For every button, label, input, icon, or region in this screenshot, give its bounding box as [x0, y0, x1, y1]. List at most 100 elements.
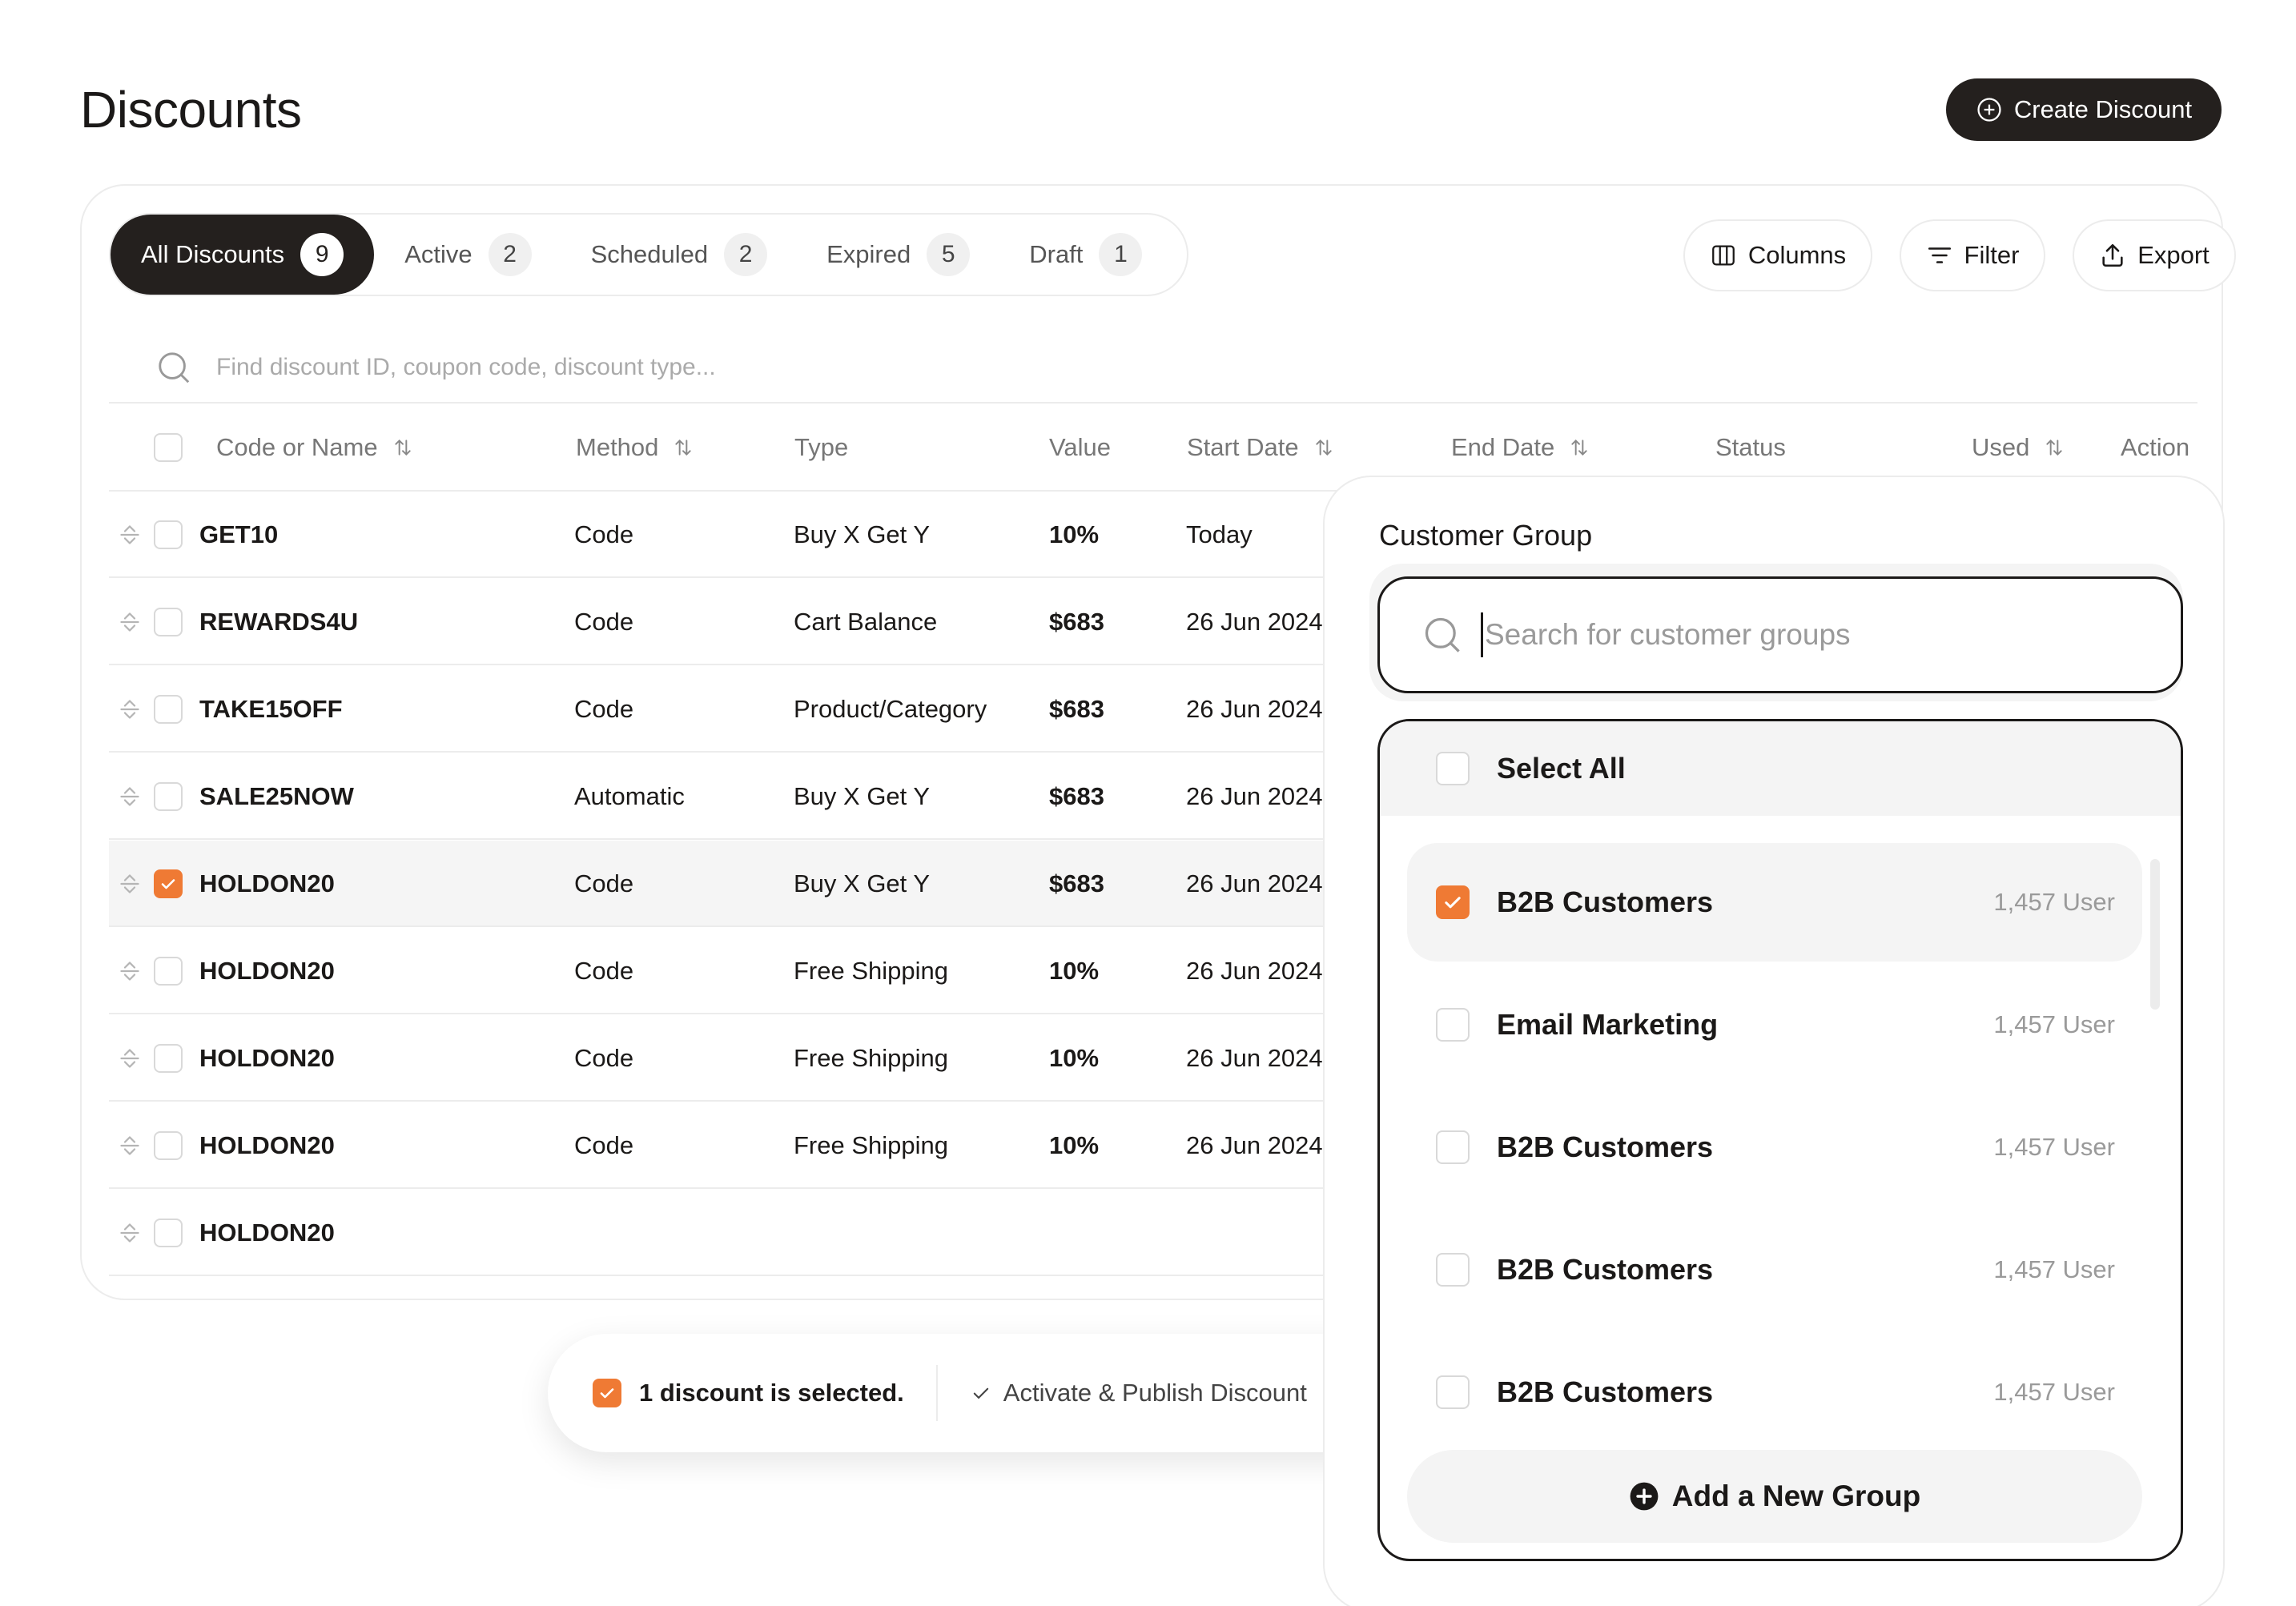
columns-button[interactable]: Columns — [1683, 219, 1872, 291]
row-checkbox[interactable] — [154, 608, 183, 636]
group-name: B2B Customers — [1497, 1130, 1714, 1163]
status-tabs: All Discounts 9 Active 2 Scheduled 2 Exp… — [109, 213, 1188, 296]
tab-expired[interactable]: Expired 5 — [796, 215, 999, 295]
group-checkbox[interactable] — [1436, 1130, 1470, 1164]
row-checkbox[interactable] — [154, 1219, 183, 1247]
filter-button[interactable]: Filter — [1900, 219, 2045, 291]
drag-handle-icon[interactable] — [115, 957, 144, 986]
col-start-date[interactable]: Start Date — [1187, 404, 1334, 492]
sort-icon — [675, 439, 692, 456]
row-select — [154, 1015, 183, 1102]
tab-count: 5 — [927, 233, 971, 276]
header-checkbox[interactable] — [154, 433, 183, 462]
cell-type: Buy X Get Y — [794, 782, 931, 810]
group-user-count: 1,457 User — [1993, 1133, 2115, 1161]
col-type-label: Type — [794, 433, 849, 461]
select-all-groups[interactable]: Select All — [1380, 721, 2181, 816]
group-item[interactable]: Email Marketing 1,457 User — [1407, 966, 2142, 1084]
create-discount-button[interactable]: Create Discount — [1946, 78, 2222, 141]
row-select — [154, 928, 183, 1014]
select-all-label: Select All — [1497, 752, 1626, 785]
row-select — [154, 1190, 183, 1276]
cell-code: HOLDON20 — [199, 1044, 335, 1072]
columns-label: Columns — [1747, 241, 1847, 269]
row-checkbox[interactable] — [154, 520, 183, 549]
col-value-label: Value — [1049, 433, 1111, 461]
sort-icon — [1315, 439, 1332, 456]
group-item[interactable]: B2B Customers 1,457 User — [1407, 843, 2142, 962]
group-name: B2B Customers — [1497, 1375, 1714, 1408]
search-icon — [159, 352, 190, 383]
group-name: B2B Customers — [1497, 1253, 1714, 1286]
drag-handle-icon[interactable] — [115, 782, 144, 811]
tab-all-discounts[interactable]: All Discounts 9 — [111, 215, 375, 295]
tab-count: 2 — [724, 233, 768, 276]
search-input[interactable] — [216, 354, 1337, 381]
action-divider — [935, 1365, 938, 1421]
row-checkbox[interactable] — [154, 1131, 183, 1160]
group-item[interactable]: B2B Customers 1,457 User — [1407, 1211, 2142, 1329]
group-checkbox[interactable] — [1436, 1375, 1470, 1409]
group-user-count: 1,457 User — [1993, 1010, 2115, 1038]
tab-scheduled[interactable]: Scheduled 2 — [561, 215, 797, 295]
row-checkbox[interactable] — [154, 957, 183, 986]
col-method[interactable]: Method — [576, 404, 694, 492]
row-checkbox[interactable] — [154, 869, 183, 898]
tab-active[interactable]: Active 2 — [374, 215, 560, 295]
group-search-field[interactable] — [1377, 576, 2183, 693]
drag-handle-icon[interactable] — [115, 608, 144, 636]
selection-count-text: 1 discount is selected. — [639, 1379, 904, 1407]
group-checkbox[interactable] — [1436, 885, 1470, 919]
row-select — [154, 666, 183, 753]
cell-type: Free Shipping — [794, 1044, 949, 1072]
group-item[interactable]: B2B Customers 1,457 User — [1407, 1088, 2142, 1207]
group-checkbox[interactable] — [1436, 1008, 1470, 1042]
create-discount-label: Create Discount — [2013, 95, 2193, 123]
tab-label: Expired — [826, 240, 911, 268]
cell-start: 26 Jun 2024 — [1186, 1044, 1323, 1072]
col-code-label: Code or Name — [216, 433, 378, 461]
drag-handle-icon[interactable] — [115, 695, 144, 724]
check-icon — [600, 1388, 614, 1399]
cell-code: HOLDON20 — [199, 869, 335, 897]
col-method-label: Method — [576, 433, 659, 461]
drag-handle-icon[interactable] — [115, 1044, 144, 1073]
text-caret — [1481, 612, 1483, 657]
cell-method: Code — [574, 520, 634, 548]
group-name: Email Marketing — [1497, 1008, 1719, 1041]
sort-icon — [394, 439, 411, 456]
select-all-rows[interactable] — [154, 404, 183, 492]
tab-count: 2 — [488, 233, 532, 276]
cell-type: Buy X Get Y — [794, 869, 931, 897]
selection-checkbox[interactable] — [593, 1379, 621, 1407]
columns-icon — [1711, 245, 1735, 266]
select-all-checkbox[interactable] — [1436, 752, 1470, 785]
export-button[interactable]: Export — [2073, 219, 2236, 291]
drag-handle-icon[interactable] — [115, 1219, 144, 1247]
row-checkbox[interactable] — [154, 1044, 183, 1073]
group-list-scrollbar[interactable] — [2150, 859, 2160, 1010]
group-search-input[interactable] — [1485, 618, 2125, 652]
cell-type: Free Shipping — [794, 1131, 949, 1159]
row-checkbox[interactable] — [154, 782, 183, 811]
drag-handle-icon[interactable] — [115, 520, 144, 549]
activate-publish-button[interactable]: Activate & Publish Discount — [970, 1379, 1307, 1407]
col-value: Value — [1049, 404, 1111, 492]
cell-code: GET10 — [199, 520, 279, 548]
col-code[interactable]: Code or Name — [216, 404, 413, 492]
row-checkbox[interactable] — [154, 695, 183, 724]
plus-circle-filled-icon — [1630, 1482, 1659, 1511]
tab-draft[interactable]: Draft 1 — [999, 215, 1171, 295]
row-select — [154, 492, 183, 578]
cell-value: $683 — [1049, 782, 1104, 810]
group-item[interactable]: B2B Customers 1,457 User — [1407, 1333, 2142, 1451]
cell-value: 10% — [1049, 1131, 1100, 1159]
cell-value: 10% — [1049, 957, 1100, 985]
cell-method: Code — [574, 1044, 634, 1072]
group-checkbox[interactable] — [1436, 1253, 1470, 1287]
check-icon — [973, 1387, 989, 1399]
add-new-group-button[interactable]: Add a New Group — [1407, 1450, 2142, 1543]
col-type: Type — [794, 404, 848, 492]
drag-handle-icon[interactable] — [115, 1131, 144, 1160]
drag-handle-icon[interactable] — [115, 869, 144, 898]
